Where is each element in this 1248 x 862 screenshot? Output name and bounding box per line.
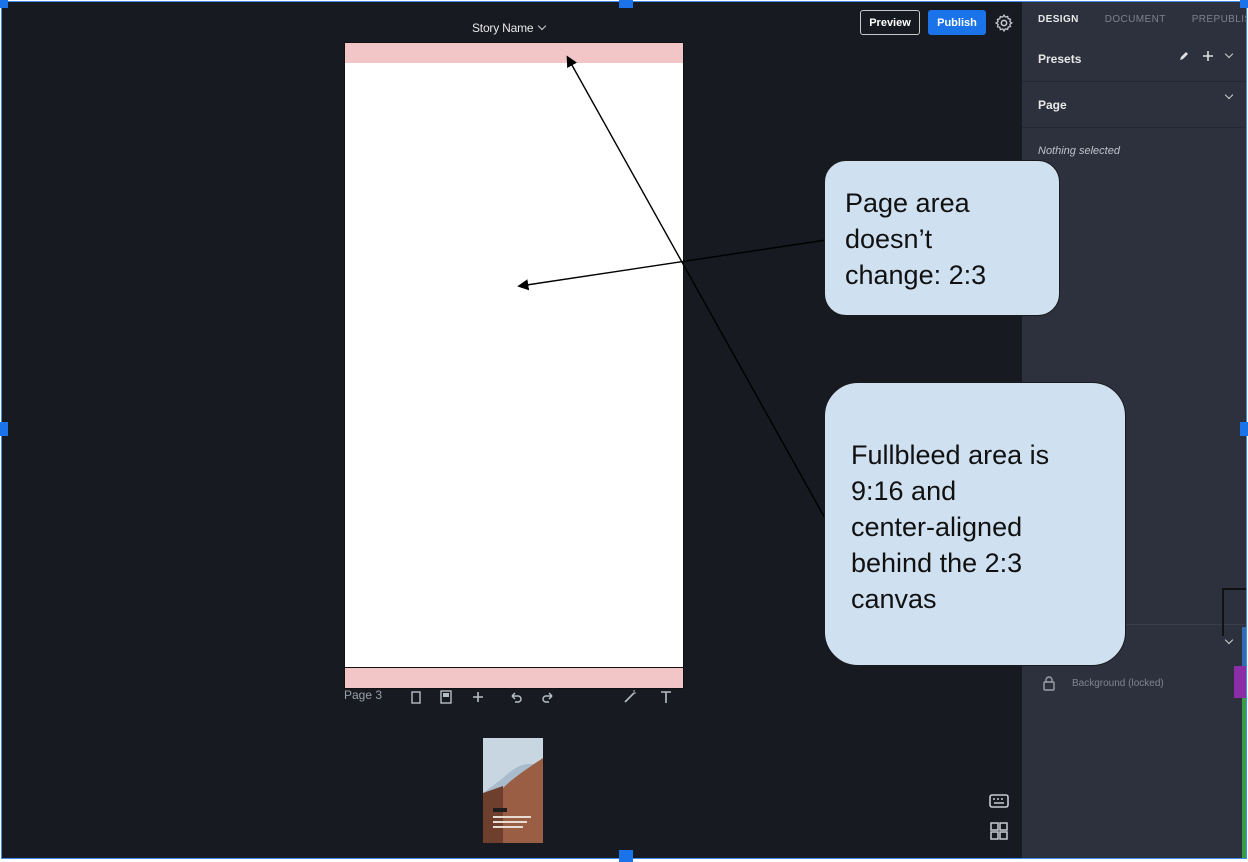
text-tool-icon[interactable] xyxy=(658,689,674,705)
tab-design[interactable]: DESIGN xyxy=(1038,14,1079,25)
resize-handle-bottom-center[interactable] xyxy=(619,850,633,862)
edge-purple-strip xyxy=(1234,666,1246,698)
duplicate-page-icon[interactable] xyxy=(438,689,454,705)
publish-button[interactable]: Publish xyxy=(928,10,986,35)
undo-icon[interactable] xyxy=(508,689,524,705)
bubble-line: behind the 2:3 xyxy=(851,548,1023,578)
page-section-label: Page xyxy=(1038,97,1067,112)
tab-document[interactable]: DOCUMENT xyxy=(1105,14,1166,25)
layer-background[interactable]: Background (locked) xyxy=(1022,666,1236,700)
gear-icon[interactable] xyxy=(994,13,1014,33)
pencil-icon[interactable] xyxy=(1178,50,1190,62)
story-name-dropdown[interactable]: Story Name xyxy=(472,21,547,35)
page-section-header[interactable]: Page xyxy=(1022,82,1246,128)
chevron-down-icon[interactable] xyxy=(1224,49,1234,59)
resize-handle-top-right[interactable] xyxy=(1240,0,1248,8)
bubble-line: 9:16 and xyxy=(851,476,957,506)
annotation-bubble-page-area: Page area doesn’t change: 2:3 xyxy=(824,160,1060,316)
resize-handle-middle-right[interactable] xyxy=(1240,422,1248,436)
resize-handle-top-left[interactable] xyxy=(0,0,8,8)
redo-icon[interactable] xyxy=(540,689,556,705)
bubble-line: doesn’t xyxy=(845,224,933,254)
delete-page-icon[interactable] xyxy=(408,689,424,705)
nothing-selected-text: Nothing selected xyxy=(1038,145,1120,157)
bubble-line: center-aligned xyxy=(851,512,1023,542)
story-name-label: Story Name xyxy=(472,21,534,35)
fullbleed-bottom-area xyxy=(344,667,684,689)
keyboard-icon[interactable] xyxy=(988,790,1010,812)
plus-icon[interactable] xyxy=(1202,50,1214,62)
magic-wand-icon[interactable] xyxy=(622,689,638,705)
thumbnail-image xyxy=(483,738,543,843)
tab-prepublish[interactable]: PREPUBLISH xyxy=(1192,14,1246,25)
page-toolbar: Page 3 xyxy=(344,688,684,706)
bubble-line: Page area xyxy=(845,188,970,218)
add-page-icon[interactable] xyxy=(470,689,486,705)
chevron-down-icon xyxy=(538,21,547,31)
presets-section-header[interactable]: Presets xyxy=(1022,36,1246,82)
panel-tabs: DESIGN DOCUMENT PREPUBLISH xyxy=(1022,2,1246,36)
layer-background-label: Background (locked) xyxy=(1072,677,1164,689)
preview-button[interactable]: Preview xyxy=(860,10,920,35)
bracket-connector xyxy=(1222,588,1246,636)
bubble-line: canvas xyxy=(851,584,937,614)
chevron-down-icon[interactable] xyxy=(1224,635,1234,645)
resize-handle-top-center[interactable] xyxy=(619,0,633,8)
presets-label: Presets xyxy=(1038,51,1082,66)
bubble-line: Fullbleed area is xyxy=(851,440,1050,470)
resize-handle-middle-left[interactable] xyxy=(0,422,8,436)
edge-green-strip xyxy=(1242,698,1246,858)
story-page[interactable] xyxy=(344,42,684,689)
page-canvas[interactable] xyxy=(344,63,684,669)
chevron-down-icon[interactable] xyxy=(1224,90,1234,100)
grid-view-icon[interactable] xyxy=(988,820,1010,842)
bubble-line: change: 2:3 xyxy=(845,260,987,290)
fullbleed-top-area xyxy=(344,42,684,64)
page-thumbnail[interactable] xyxy=(483,738,543,843)
annotation-bubble-fullbleed: Fullbleed area is 9:16 and center-aligne… xyxy=(824,382,1126,666)
lock-icon xyxy=(1043,676,1055,691)
page-number-label: Page 3 xyxy=(344,688,383,702)
